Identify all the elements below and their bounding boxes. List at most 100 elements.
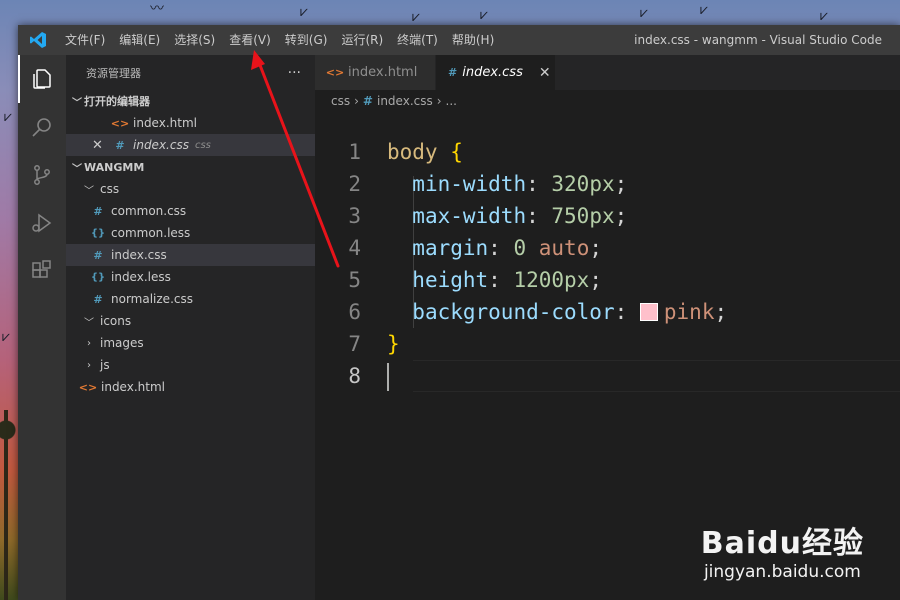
vscode-window: 文件(F) 编辑(E) 选择(S) 查看(V) 转到(G) 运行(R) 终端(T… (18, 25, 900, 600)
more-actions-icon[interactable]: ··· (288, 65, 301, 81)
open-editor-item[interactable]: <> index.html (66, 112, 315, 134)
color-swatch[interactable] (639, 303, 658, 321)
css-file-icon: # (93, 248, 103, 262)
css-value: 750px (551, 204, 615, 228)
bird-icon: ⩗ (480, 7, 488, 23)
tree-folder-js[interactable]: › js (66, 354, 315, 376)
menu-terminal[interactable]: 终端(T) (390, 25, 445, 55)
breadcrumb-file[interactable]: index.css (377, 94, 433, 108)
editor-tabs: <> index.html # index.css ✕ (315, 55, 900, 90)
folder-label: css (100, 182, 120, 196)
activity-bar (18, 55, 66, 600)
file-label: common.css (111, 204, 187, 218)
menu-run[interactable]: 运行(R) (334, 25, 390, 55)
code-line: 7 } (315, 328, 900, 360)
folder-label: js (100, 358, 110, 372)
line-number: 2 (348, 172, 361, 196)
run-debug-icon[interactable] (18, 199, 66, 247)
css-property: max-width (412, 204, 527, 228)
code-line: 2 min-width: 320px; (315, 168, 900, 200)
open-editor-label: index.html (133, 116, 197, 130)
menu-edit[interactable]: 编辑(E) (112, 25, 167, 55)
file-label: index.less (111, 270, 171, 284)
code-content: max-width: 750px; (412, 204, 628, 228)
explorer-icon[interactable] (18, 55, 66, 103)
title-bar: 文件(F) 编辑(E) 选择(S) 查看(V) 转到(G) 运行(R) 终端(T… (18, 25, 900, 55)
bird-icon: ⩗ (4, 109, 12, 125)
open-editors-section[interactable]: ﹀ 打开的编辑器 (66, 90, 315, 112)
close-icon[interactable]: ✕ (92, 138, 106, 153)
close-icon[interactable]: ✕ (539, 65, 551, 81)
code-line: 3 max-width: 750px; (315, 200, 900, 232)
css-file-icon: # (115, 138, 125, 152)
code-content: margin: 0 auto; (412, 236, 602, 260)
search-icon[interactable] (18, 103, 66, 151)
breadcrumb: css › # index.css › ... (315, 90, 900, 112)
css-value: 1200px (513, 268, 590, 292)
code-content: } (387, 328, 400, 360)
folder-title: WANGMM (84, 160, 145, 174)
code-content: min-width: 320px; (412, 172, 628, 196)
open-editor-label: index.css (133, 138, 189, 152)
bird-icon: ⩗ (640, 5, 648, 21)
css-property: min-width (412, 172, 527, 196)
tab-label: index.css (462, 65, 523, 80)
code-line: 6 background-color: pink; (315, 296, 900, 328)
extensions-icon[interactable] (18, 247, 66, 295)
line-number: 3 (348, 204, 361, 228)
bird-icon: 〰 (150, 1, 164, 17)
menu-file[interactable]: 文件(F) (58, 25, 112, 55)
tree-folder-css[interactable]: ﹀ css (66, 178, 315, 200)
tree-file[interactable]: {} common.less (66, 222, 315, 244)
css-file-icon: # (448, 66, 458, 79)
css-file-icon: # (93, 204, 103, 218)
line-number: 6 (348, 300, 361, 324)
watermark-url: jingyan.baidu.com (703, 562, 861, 582)
css-value: 320px (551, 172, 615, 196)
css-file-icon: # (362, 94, 373, 108)
html-file-icon: <> (325, 66, 345, 79)
open-editor-item-active[interactable]: ✕ # index.css css (66, 134, 315, 156)
tree-folder-images[interactable]: › images (66, 332, 315, 354)
css-value: 0 (513, 236, 527, 260)
menu-view[interactable]: 查看(V) (222, 25, 278, 55)
less-file-icon: {} (90, 271, 106, 283)
folder-section[interactable]: ﹀ WANGMM (66, 156, 315, 178)
line-number: 7 (348, 332, 361, 356)
open-editors-title: 打开的编辑器 (84, 95, 150, 108)
tree-folder-icons[interactable]: ﹀ icons (66, 310, 315, 332)
watermark-logo: Baidu经验 (700, 526, 864, 561)
css-selector: body (387, 140, 438, 164)
breadcrumb-folder[interactable]: css (331, 94, 350, 108)
code-content: background-color: pink; (412, 300, 728, 324)
chevron-down-icon: ﹀ (84, 317, 94, 329)
bird-icon: ⩗ (820, 8, 828, 24)
tree-file[interactable]: <> index.html (66, 376, 315, 398)
breadcrumb-more[interactable]: ... (446, 94, 457, 108)
code-content: body { (387, 136, 463, 168)
source-control-icon[interactable] (18, 151, 66, 199)
menu-go[interactable]: 转到(G) (278, 25, 335, 55)
vscode-logo-icon (18, 31, 58, 49)
line-number: 8 (348, 364, 361, 388)
chevron-right-icon: › (87, 337, 91, 349)
tab-index-css[interactable]: # index.css ✕ (436, 55, 556, 90)
tree-file-selected[interactable]: # index.css (66, 244, 315, 266)
tree-file[interactable]: {} index.less (66, 266, 315, 288)
css-keyword: pink (663, 300, 715, 324)
bird-icon: ⩗ (412, 9, 420, 25)
bird-icon: ⩗ (2, 329, 10, 345)
tree-file[interactable]: # normalize.css (66, 288, 315, 310)
bird-icon: ⩗ (700, 2, 708, 18)
menu-help[interactable]: 帮助(H) (445, 25, 501, 55)
file-label: index.css (111, 248, 167, 262)
html-file-icon: <> (78, 380, 98, 394)
code-line: 4 margin: 0 auto; (315, 232, 900, 264)
text-cursor (387, 363, 389, 391)
folder-label: images (100, 336, 144, 350)
bird-icon: ⩗ (300, 4, 308, 20)
menu-selection[interactable]: 选择(S) (167, 25, 222, 55)
tree-file[interactable]: # common.css (66, 200, 315, 222)
code-line: 1 body { (315, 136, 900, 168)
tab-index-html[interactable]: <> index.html (315, 55, 436, 90)
